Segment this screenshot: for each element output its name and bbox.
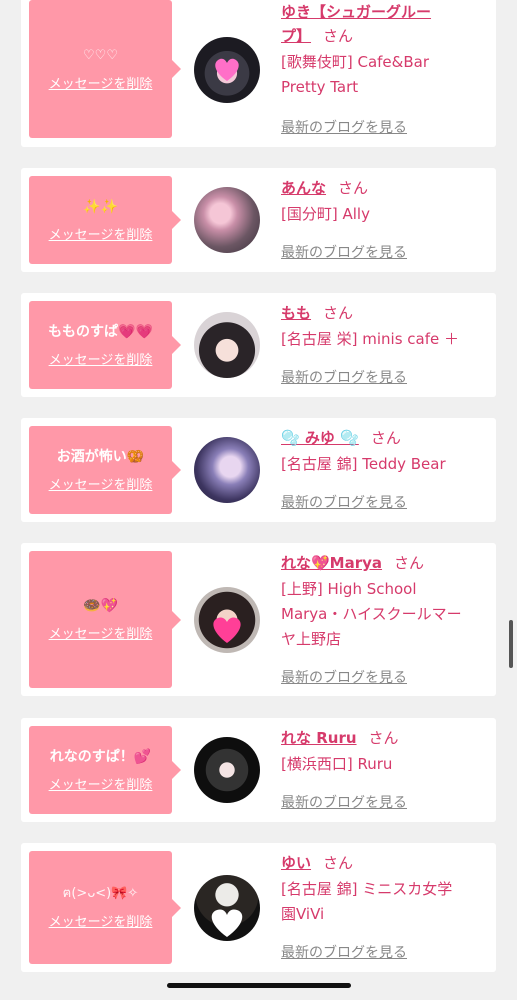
name-line: ゆき【シュガーグルー プ】 さん <box>281 0 493 48</box>
name-line: れな Ruru さん <box>281 726 493 750</box>
honorific: さん <box>323 27 354 45</box>
cast-card: れなのすぱ！💕 メッセージを削除 れな Ruru さん [横浜西口] Ruru 最… <box>21 718 496 822</box>
cast-info: 🫧 みゆ 🫧 さん [名古屋 錦] Teddy Bear <box>281 426 493 477</box>
avatar[interactable] <box>194 37 260 103</box>
cast-info: ゆい さん [名古屋 錦] ミニスカ女学 園ViVi <box>281 851 493 927</box>
avatar[interactable] <box>194 875 260 941</box>
cast-name-link[interactable]: あんな <box>281 179 326 197</box>
message-text: れなのすぱ！💕 <box>49 748 152 765</box>
honorific: さん <box>370 429 401 447</box>
latest-blog-link[interactable]: 最新のブログを見る <box>281 242 407 262</box>
message-text: もものすぱ💗💗 <box>48 323 153 340</box>
delete-message-link[interactable]: メッセージを削除 <box>49 911 153 930</box>
message-text: ✨✨ <box>83 198 118 215</box>
message-bubble: ฅ(>ᴗ<)🎀✧ メッセージを削除 <box>29 851 181 964</box>
message-bubble: お酒が怖い🥨 メッセージを削除 <box>29 426 181 514</box>
cast-name-link[interactable]: ゆい <box>281 854 311 872</box>
cast-info: ゆき【シュガーグルー プ】 さん [歌舞伎町] Cafe&Bar Pretty Ta… <box>281 0 493 100</box>
cast-name-link[interactable]: 🫧 みゆ 🫧 <box>281 429 359 447</box>
cast-card: ✨✨ メッセージを削除 あんな さん [国分町] Ally 最新のブログを見る <box>21 168 496 272</box>
delete-message-link[interactable]: メッセージを削除 <box>49 623 153 642</box>
name-line: 🫧 みゆ 🫧 さん <box>281 426 493 450</box>
name-line: あんな さん <box>281 176 493 200</box>
delete-message-link[interactable]: メッセージを削除 <box>49 224 153 243</box>
heart-sticker-icon <box>211 909 243 937</box>
latest-blog-link[interactable]: 最新のブログを見る <box>281 942 407 962</box>
cast-info: あんな さん [国分町] Ally <box>281 176 493 227</box>
shop-info: [歌舞伎町] Cafe&Bar Pretty Tart <box>281 53 429 96</box>
heart-sticker-icon <box>213 617 241 643</box>
avatar[interactable] <box>194 737 260 803</box>
honorific: さん <box>323 854 354 872</box>
shop-info: [上野] High School Marya・ハイスクールマー ヤ上野店 <box>281 580 462 648</box>
message-bubble: れなのすぱ！💕 メッセージを削除 <box>29 726 181 814</box>
message-text: ฅ(>ᴗ<)🎀✧ <box>62 886 139 901</box>
cast-info: れな💖Marya さん [上野] High School Marya・ハイスクール… <box>281 551 493 652</box>
name-line: れな💖Marya さん <box>281 551 493 575</box>
cast-name-link[interactable]: もも <box>281 304 311 322</box>
latest-blog-link[interactable]: 最新のブログを見る <box>281 667 407 687</box>
name-line: ゆい さん <box>281 851 493 875</box>
delete-message-link[interactable]: メッセージを削除 <box>49 349 153 368</box>
cast-card: ฅ(>ᴗ<)🎀✧ メッセージを削除 ゆい さん [名古屋 錦] ミニスカ女学 園V… <box>21 843 496 972</box>
message-bubble: もものすぱ💗💗 メッセージを削除 <box>29 301 181 389</box>
message-bubble: 🍩💖 メッセージを削除 <box>29 551 181 688</box>
cast-card: お酒が怖い🥨 メッセージを削除 🫧 みゆ 🫧 さん [名古屋 錦] Teddy B… <box>21 418 496 522</box>
message-bubble: ✨✨ メッセージを削除 <box>29 176 181 264</box>
avatar[interactable] <box>194 312 260 378</box>
cast-info: もも さん [名古屋 栄] minis cafe ＋ <box>281 301 493 352</box>
cast-card: もものすぱ💗💗 メッセージを削除 もも さん [名古屋 栄] minis cafe… <box>21 293 496 397</box>
latest-blog-link[interactable]: 最新のブログを見る <box>281 492 407 512</box>
latest-blog-link[interactable]: 最新のブログを見る <box>281 117 407 137</box>
avatar[interactable] <box>194 437 260 503</box>
message-text: ♡♡♡ <box>83 47 118 63</box>
message-text: お酒が怖い🥨 <box>56 448 145 465</box>
shop-info: [名古屋 栄] minis cafe ＋ <box>281 330 459 348</box>
favorite-list: ♡♡♡ メッセージを削除 ゆき【シュガーグルー プ】 さん [歌舞伎町] Cafe&… <box>0 0 517 1000</box>
cast-card: ♡♡♡ メッセージを削除 ゆき【シュガーグルー プ】 さん [歌舞伎町] Cafe&… <box>21 0 496 147</box>
honorific: さん <box>323 304 354 322</box>
delete-message-link[interactable]: メッセージを削除 <box>49 474 153 493</box>
message-bubble: ♡♡♡ メッセージを削除 <box>29 0 181 138</box>
home-indicator[interactable] <box>167 983 351 988</box>
cast-name-link[interactable]: れな Ruru <box>281 729 357 747</box>
shop-info: [名古屋 錦] ミニスカ女学 園ViVi <box>281 880 453 923</box>
delete-message-link[interactable]: メッセージを削除 <box>49 774 153 793</box>
name-line: もも さん <box>281 301 493 325</box>
scrollbar[interactable] <box>509 620 513 668</box>
honorific: さん <box>368 729 399 747</box>
message-text: 🍩💖 <box>83 598 118 614</box>
cast-info: れな Ruru さん [横浜西口] Ruru <box>281 726 493 777</box>
cast-name-link[interactable]: れな💖Marya <box>281 554 382 572</box>
cast-name-link[interactable]: ゆき【シュガーグルー プ】 <box>281 3 431 45</box>
latest-blog-link[interactable]: 最新のブログを見る <box>281 792 407 812</box>
avatar[interactable] <box>194 187 260 253</box>
honorific: さん <box>338 179 369 197</box>
shop-info: [横浜西口] Ruru <box>281 755 393 773</box>
shop-info: [名古屋 錦] Teddy Bear <box>281 455 446 473</box>
honorific: さん <box>394 554 425 572</box>
delete-message-link[interactable]: メッセージを削除 <box>49 73 153 92</box>
heart-sticker-icon <box>215 58 239 81</box>
shop-info: [国分町] Ally <box>281 205 370 223</box>
cast-card: 🍩💖 メッセージを削除 れな💖Marya さん [上野] High School … <box>21 543 496 696</box>
avatar[interactable] <box>194 587 260 653</box>
latest-blog-link[interactable]: 最新のブログを見る <box>281 367 407 387</box>
